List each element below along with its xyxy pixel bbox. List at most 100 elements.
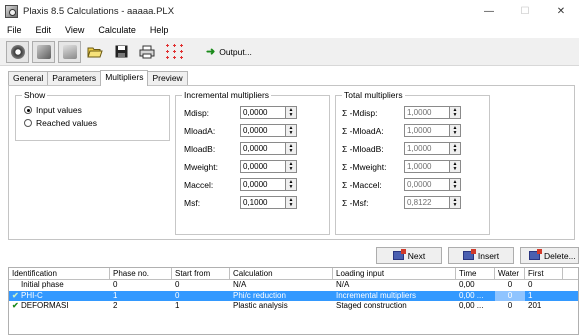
input-values-label: Input values (36, 105, 82, 115)
total-maccel-spinner: ▲▼ (404, 178, 461, 191)
menu-file[interactable]: File (0, 25, 29, 35)
reached-values-radio[interactable]: Reached values (24, 118, 97, 128)
input-program-button[interactable] (6, 40, 29, 63)
msf-spin-arrows[interactable]: ▲ ▼ (286, 196, 297, 209)
total-maccel-label: Σ -Maccel: (342, 180, 382, 190)
mloadb-input[interactable] (240, 142, 286, 155)
select-points-button[interactable] (162, 41, 188, 63)
print-button[interactable] (136, 41, 158, 63)
open-button[interactable] (84, 41, 106, 63)
table-row-selected[interactable]: ✔ PHI-C 1 0 Phi/c reduction Incremental m… (9, 290, 578, 301)
column-header-start-from[interactable]: Start from (172, 268, 230, 279)
next-button[interactable]: Next (376, 247, 442, 264)
total-msf-label: Σ -Msf: (342, 198, 369, 208)
radio-empty-icon (24, 119, 32, 127)
total-mdisp-spin-arrows[interactable]: ▲ ▼ (450, 106, 461, 119)
cell-first: 201 (528, 301, 542, 310)
cell-first: 1 (528, 290, 533, 300)
maccel-input[interactable] (240, 178, 286, 191)
output-button[interactable]: ➜ Output... (206, 45, 252, 58)
mloada-spin-arrows[interactable]: ▲ ▼ (286, 124, 297, 137)
minimize-button[interactable]: — (471, 0, 507, 22)
mdisp-spin-arrows[interactable]: ▲ ▼ (286, 106, 297, 119)
total-mloada-spin-arrows[interactable]: ▲ ▼ (450, 124, 461, 137)
mweight-input[interactable] (240, 160, 286, 173)
total-mweight-input[interactable] (404, 160, 450, 173)
total-mloadb-label: Σ -MloadB: (342, 144, 384, 154)
delete-button-label: Delete... (544, 250, 576, 261)
mweight-label: Mweight: (184, 162, 219, 172)
total-mloadb-spin-arrows[interactable]: ▲ ▼ (450, 142, 461, 155)
total-msf-input[interactable] (404, 196, 450, 209)
mloada-input[interactable] (240, 124, 286, 137)
cell-calculation: N/A (233, 280, 247, 289)
insert-button[interactable]: Insert (448, 247, 514, 264)
cell-calculation: Plastic analysis (233, 301, 288, 310)
column-header-calculation[interactable]: Calculation (230, 268, 333, 279)
menu-view[interactable]: View (58, 25, 91, 35)
tab-general[interactable]: General (8, 71, 49, 85)
cell-start-from: 0 (175, 290, 180, 300)
save-button[interactable] (110, 41, 132, 63)
column-header-time[interactable]: Time (456, 268, 495, 279)
multipliers-panel: Show Input values Reached values Increme… (8, 85, 575, 240)
next-button-label: Next (407, 250, 426, 261)
menu-bar: File Edit View Calculate Help (0, 22, 579, 38)
cell-first: 0 (528, 280, 533, 289)
cell-start-from: 0 (175, 280, 180, 289)
points-grid-icon (166, 43, 183, 59)
total-mdisp-input[interactable] (404, 106, 450, 119)
show-group: Show Input values Reached values (15, 90, 170, 141)
window-title: Plaxis 8.5 Calculations - aaaaa.PLX (23, 5, 175, 17)
tab-multipliers[interactable]: Multipliers (100, 70, 149, 86)
tab-parameters[interactable]: Parameters (47, 71, 102, 85)
total-maccel-input[interactable] (404, 178, 450, 191)
cell-time: 0,00 (459, 280, 475, 289)
cell-calculation: Phi/c reduction (233, 290, 286, 300)
mloadb-spin-arrows[interactable]: ▲ ▼ (286, 142, 297, 155)
column-header-first[interactable]: First (525, 268, 563, 279)
table-row[interactable]: ✔ DEFORMASI 2 1 Plastic analysis Staged c… (9, 301, 578, 312)
table-row[interactable]: Initial phase 0 0 N/A N/A 0,00 0 0 (9, 280, 578, 291)
save-disk-icon (115, 45, 127, 58)
total-mloada-input[interactable] (404, 124, 450, 137)
title-bar: Plaxis 8.5 Calculations - aaaaa.PLX — ☐ … (0, 0, 579, 22)
maximize-button[interactable]: ☐ (507, 0, 543, 22)
input-values-radio[interactable]: Input values (24, 105, 82, 115)
total-maccel-spin-arrows[interactable]: ▲ ▼ (450, 178, 461, 191)
menu-edit[interactable]: Edit (29, 25, 59, 35)
green-arrow-icon: ➜ (206, 46, 216, 58)
menu-help[interactable]: Help (143, 25, 176, 35)
column-header-loading-input[interactable]: Loading input (333, 268, 456, 279)
mloada-row: MloadA: (184, 124, 215, 138)
mdisp-input[interactable] (240, 106, 286, 119)
msf-input[interactable] (240, 196, 286, 209)
mloadb-spinner: ▲▼ (240, 142, 297, 155)
table-header: Identification Phase no. Start from Calc… (9, 268, 578, 280)
total-multipliers-group: Total multipliers Σ -Mdisp: ▲▼ Σ -MloadA… (335, 90, 490, 235)
column-header-water[interactable]: Water (495, 268, 525, 279)
total-msf-spin-arrows[interactable]: ▲ ▼ (450, 196, 461, 209)
close-button[interactable]: ✕ (543, 0, 579, 22)
mweight-spin-arrows[interactable]: ▲ ▼ (286, 160, 297, 173)
total-mloadb-input[interactable] (404, 142, 450, 155)
total-mloada-row: Σ -MloadA: (342, 124, 384, 138)
cell-start-from: 1 (175, 301, 180, 310)
menu-calculate[interactable]: Calculate (91, 25, 143, 35)
radio-selected-icon (24, 106, 32, 114)
cell-water: 0 (507, 301, 513, 310)
output-button-label: Output... (219, 46, 252, 57)
identification-text: DEFORMASI (21, 301, 69, 310)
output-program-button[interactable] (32, 40, 55, 63)
delete-button[interactable]: Delete... (520, 247, 579, 264)
column-header-phase-no[interactable]: Phase no. (110, 268, 172, 279)
tab-preview[interactable]: Preview (147, 71, 188, 85)
maccel-spin-arrows[interactable]: ▲ ▼ (286, 178, 297, 191)
total-msf-spinner: ▲▼ (404, 196, 461, 209)
column-header-identification[interactable]: Identification (9, 268, 110, 279)
cell-loading-input: N/A (336, 280, 350, 289)
total-msf-row: Σ -Msf: (342, 196, 369, 210)
total-mweight-spin-arrows[interactable]: ▲ ▼ (450, 160, 461, 173)
plaxis-app-icon (5, 4, 18, 18)
curves-program-button[interactable] (58, 40, 81, 63)
